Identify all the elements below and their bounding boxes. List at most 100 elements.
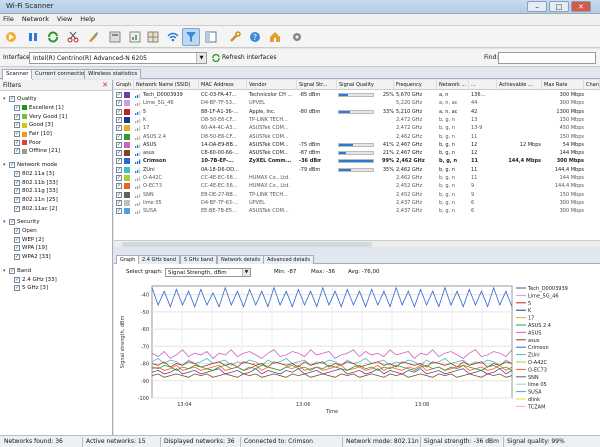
filter-checkbox[interactable] bbox=[14, 205, 20, 212]
filter-checkbox[interactable] bbox=[14, 285, 20, 292]
filter-item[interactable]: 802.11ac [2] bbox=[14, 204, 57, 213]
refresh-interfaces-icon[interactable] bbox=[212, 54, 220, 62]
filter-checkbox[interactable] bbox=[14, 113, 20, 120]
graph-checkbox[interactable] bbox=[116, 199, 122, 206]
column-header[interactable]: Graph bbox=[114, 80, 134, 90]
filter-item[interactable]: 802.11a [3] bbox=[14, 170, 54, 179]
graph-type-select[interactable]: Signal Strength, dBm ▼ bbox=[165, 268, 251, 277]
table-row[interactable]: O-EC73 CC-4E-EC-56... HUMAX Co., Ltd. 2,452… bbox=[114, 182, 600, 190]
filter-item[interactable]: 2.4 GHz [33] bbox=[14, 275, 57, 284]
table-row[interactable]: 5 88-1F-A1-36-... Apple, Inc. -80 dBm 33%5,2… bbox=[114, 108, 600, 116]
column-header[interactable]: Network Name (SSID) bbox=[134, 80, 199, 90]
column-header[interactable]: Chan bbox=[584, 80, 600, 90]
wifi-icon[interactable] bbox=[164, 28, 182, 46]
refresh-icon[interactable] bbox=[44, 28, 62, 46]
graph-checkbox[interactable] bbox=[116, 125, 122, 132]
table-row[interactable]: Tech_D0003939 CC-03-FA-47... Technicolor C… bbox=[114, 91, 600, 99]
pause-icon[interactable] bbox=[24, 28, 42, 46]
filter-item[interactable]: 802.11n [25] bbox=[14, 196, 58, 205]
table-row[interactable]: ZUni 0A-18-D6-DD... -79 dBm 35%2,462 GHz b, … bbox=[114, 166, 600, 174]
filter-checkbox[interactable] bbox=[14, 228, 20, 235]
tab-scanner[interactable]: Scanner bbox=[2, 69, 33, 80]
filter-checkbox[interactable] bbox=[14, 122, 20, 129]
graph-checkbox[interactable] bbox=[116, 150, 122, 157]
filter-group[interactable]: ▾Quality bbox=[3, 95, 37, 104]
filter-item[interactable]: Fair [10] bbox=[14, 130, 52, 139]
graph-checkbox[interactable] bbox=[116, 141, 122, 148]
column-header[interactable]: MAC Address bbox=[199, 80, 247, 90]
filter-checkbox[interactable] bbox=[14, 179, 20, 186]
graph-checkbox[interactable] bbox=[116, 208, 122, 215]
column-header[interactable]: Signal Quality bbox=[337, 80, 394, 90]
column-header[interactable]: Vendor bbox=[247, 80, 297, 90]
table-row[interactable]: ASUS 14-DA-E9-BB... ASUSTek COM... -75 dBm 4… bbox=[114, 141, 600, 149]
column-header[interactable]: Achievable ... bbox=[497, 80, 542, 90]
table-row[interactable]: K D8-50-E6-CF... TP-LINK TECH... 2,472 GHz b… bbox=[114, 116, 600, 124]
column-header[interactable]: Network ... bbox=[437, 80, 469, 90]
graph-checkbox[interactable] bbox=[116, 183, 122, 190]
graph-checkbox[interactable] bbox=[116, 191, 122, 198]
filter-checkbox[interactable] bbox=[14, 196, 20, 203]
minimize-button[interactable]: – bbox=[527, 1, 547, 12]
column-header[interactable]: ... bbox=[469, 80, 497, 90]
filter-checkbox[interactable] bbox=[14, 276, 20, 283]
find-input[interactable] bbox=[498, 52, 596, 64]
column-header[interactable]: Max Rate bbox=[542, 80, 584, 90]
scissors-icon[interactable] bbox=[64, 28, 82, 46]
filter-checkbox[interactable] bbox=[9, 162, 15, 169]
tab-5ghz-band[interactable]: 5 GHz band bbox=[180, 255, 218, 264]
menu-file[interactable]: File bbox=[0, 14, 17, 23]
filter-group[interactable]: ▾Security bbox=[3, 218, 40, 227]
interface-select[interactable]: Intel(R) Centrino(R) Advanced-N 6205 ▼ bbox=[29, 52, 207, 64]
tab-wireless-statistics[interactable]: Wireless statistics bbox=[84, 69, 142, 79]
filter-checkbox[interactable] bbox=[14, 236, 20, 243]
table-row[interactable]: Lime_5G_46 D4-BF-7F-53... UPVEL 5,220 GHz a,… bbox=[114, 99, 600, 107]
filter-item[interactable]: WEP [2] bbox=[14, 236, 44, 245]
tab-24ghz-band[interactable]: 2.4 GHz band bbox=[138, 255, 180, 264]
table-row[interactable]: Crimson 10-7B-EF-... ZyXEL Comm... -36 dBm 9… bbox=[114, 157, 600, 165]
table-row[interactable]: ASUS 2.4 D8-50-E6-CF... ASUSTek COM... 2,46… bbox=[114, 133, 600, 141]
close-button[interactable]: ✕ bbox=[571, 1, 591, 12]
tab-network-details[interactable]: Network details bbox=[217, 255, 265, 264]
brush-icon[interactable] bbox=[84, 28, 102, 46]
menu-view[interactable]: View bbox=[54, 14, 75, 23]
tab-advanced-details[interactable]: Advanced details bbox=[263, 255, 314, 264]
export-icon[interactable] bbox=[106, 28, 124, 46]
table-row[interactable]: lime 05 D4-BF-7F-63-... UPVEL 2,437 GHz b, g… bbox=[114, 199, 600, 207]
filter-item[interactable]: Good [3] bbox=[14, 121, 53, 130]
filter-group[interactable]: ▾Band bbox=[3, 267, 31, 276]
filter-checkbox[interactable] bbox=[14, 188, 20, 195]
refresh-interfaces-button[interactable]: Refresh interfaces bbox=[222, 54, 276, 61]
menu-help[interactable]: Help bbox=[77, 14, 98, 23]
filter-checkbox[interactable] bbox=[14, 104, 20, 111]
filter-checkbox[interactable] bbox=[14, 131, 20, 138]
horizontal-scrollbar[interactable] bbox=[114, 240, 600, 247]
filter-icon[interactable] bbox=[182, 28, 200, 46]
wrench-icon[interactable] bbox=[226, 28, 244, 46]
graph-checkbox[interactable] bbox=[116, 158, 122, 165]
table-row[interactable]: O-A42C CC-4E-EC-58... HUMAX Co., Ltd. 2,462… bbox=[114, 174, 600, 182]
filter-item[interactable]: 5 GHz [3] bbox=[14, 284, 48, 293]
table-row[interactable]: SNN E8-DE-27-BB... TP-LINK TECH... 2,452 GH… bbox=[114, 191, 600, 199]
tab-graph[interactable]: Graph bbox=[116, 255, 140, 264]
filter-item[interactable]: 802.11b [33] bbox=[14, 178, 58, 187]
filter-item[interactable]: 802.11g [33] bbox=[14, 187, 58, 196]
home-icon[interactable] bbox=[266, 28, 284, 46]
filter-group[interactable]: ▾Network mode bbox=[3, 161, 57, 170]
filter-item[interactable]: Open bbox=[14, 227, 37, 236]
start-scan-icon[interactable] bbox=[2, 28, 20, 46]
filter-checkbox[interactable] bbox=[9, 96, 15, 103]
settings-icon[interactable] bbox=[288, 28, 306, 46]
column-header[interactable]: Frequency bbox=[394, 80, 437, 90]
maximize-button[interactable]: □ bbox=[549, 1, 569, 12]
filter-checkbox[interactable] bbox=[14, 254, 20, 261]
filter-checkbox[interactable] bbox=[14, 139, 20, 146]
tab-current-connection[interactable]: Current connection bbox=[31, 69, 92, 79]
filter-checkbox[interactable] bbox=[9, 267, 15, 274]
filter-checkbox[interactable] bbox=[14, 245, 20, 252]
filter-checkbox[interactable] bbox=[14, 170, 20, 177]
report-icon[interactable] bbox=[126, 28, 144, 46]
graph-checkbox[interactable] bbox=[116, 92, 122, 98]
table-row[interactable]: asus C8-60-00-66-... ASUSTek COM... -87 dBm… bbox=[114, 149, 600, 157]
scroll-thumb[interactable] bbox=[122, 242, 372, 247]
